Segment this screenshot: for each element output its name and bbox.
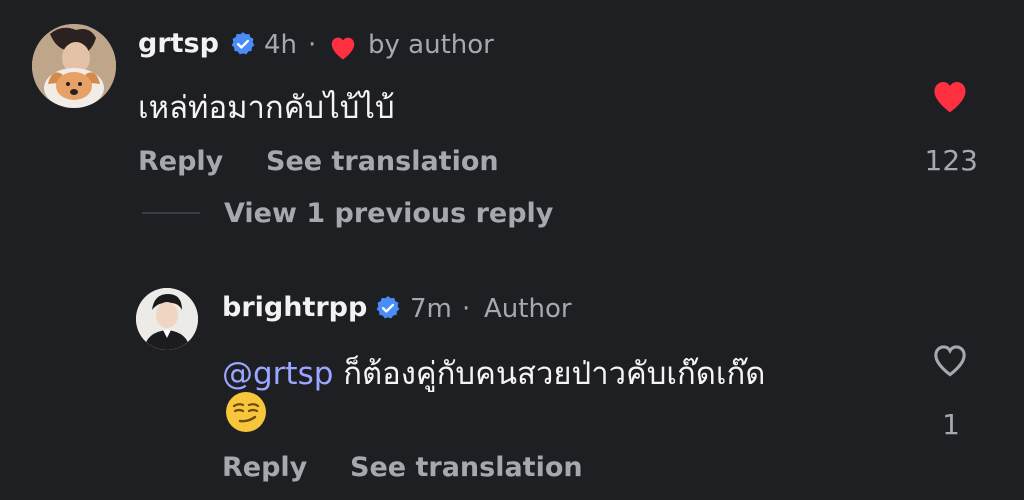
replies-divider: [142, 212, 200, 214]
reply-like-count: 1: [942, 408, 960, 441]
comment-username[interactable]: grtsp: [138, 28, 219, 59]
mention-link[interactable]: @grtsp: [222, 356, 333, 392]
reply-meta-separator: ·: [462, 294, 471, 324]
view-previous-replies-button[interactable]: View 1 previous reply: [224, 198, 553, 229]
verified-badge-icon: [231, 32, 255, 55]
verified-badge-icon: [376, 296, 400, 319]
avatar-brightrpp[interactable]: [136, 288, 198, 350]
comment-timestamp: 4h: [264, 30, 298, 60]
heart-filled-icon[interactable]: [929, 76, 971, 114]
comment-text: เหล่ท่อมากคับไบ้ไบ้: [138, 90, 395, 126]
reply-text-body: ก็ต้องคู่กับคนสวยป่าวคับเก๊ดเก๊ด: [343, 356, 766, 392]
reply-reply-button[interactable]: Reply: [222, 452, 307, 483]
reply-timestamp: 7m: [410, 294, 452, 324]
heart-outline-icon[interactable]: [929, 340, 971, 378]
see-translation-button[interactable]: See translation: [266, 146, 499, 177]
author-label: Author: [484, 294, 572, 324]
reply-text: @grtsp ก็ต้องคู่กับคนสวยป่าวคับเก๊ดเก๊ด: [222, 348, 765, 398]
comment-meta-separator: ·: [308, 30, 317, 60]
heart-icon: [331, 37, 355, 60]
liked-by-author-label: by author: [368, 30, 494, 60]
reply-see-translation-button[interactable]: See translation: [350, 452, 583, 483]
reply-username[interactable]: brightrpp: [222, 292, 367, 323]
avatar-grtsp[interactable]: [32, 24, 116, 108]
reply-button[interactable]: Reply: [138, 146, 223, 177]
smirking-face-emoji: [226, 392, 266, 432]
comment-like-count: 123: [924, 144, 978, 177]
